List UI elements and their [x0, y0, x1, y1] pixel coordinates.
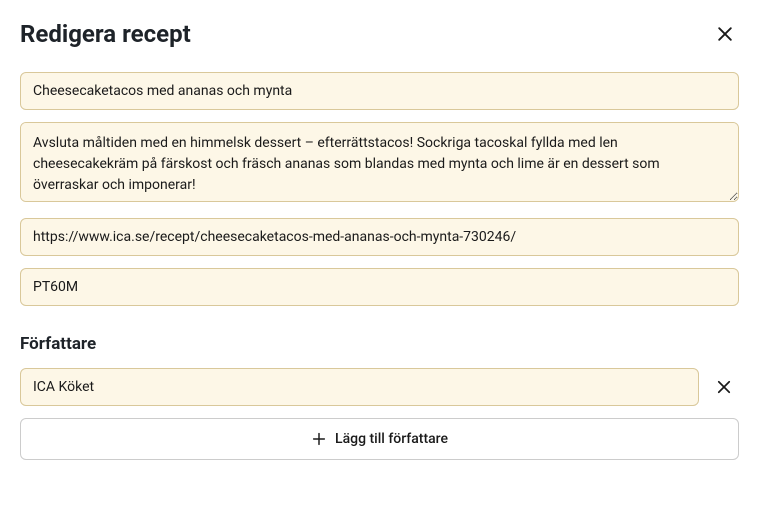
add-author-button[interactable]: Lägg till författare: [20, 418, 739, 460]
recipe-duration-input[interactable]: [20, 268, 739, 306]
close-icon: [715, 378, 733, 396]
plus-icon: [311, 431, 327, 447]
author-row: [20, 368, 739, 406]
recipe-description-textarea[interactable]: Avsluta måltiden med en himmelsk dessert…: [20, 122, 739, 202]
close-button[interactable]: [711, 20, 739, 48]
close-icon: [715, 24, 735, 44]
remove-author-button[interactable]: [709, 372, 739, 402]
recipe-url-input[interactable]: [20, 218, 739, 256]
author-name-input[interactable]: [20, 368, 699, 406]
dialog-title: Redigera recept: [20, 20, 191, 48]
authors-section-label: Författare: [20, 334, 739, 354]
recipe-name-input[interactable]: [20, 72, 739, 110]
add-author-label: Lägg till författare: [335, 431, 448, 447]
dialog-header: Redigera recept: [20, 20, 739, 48]
